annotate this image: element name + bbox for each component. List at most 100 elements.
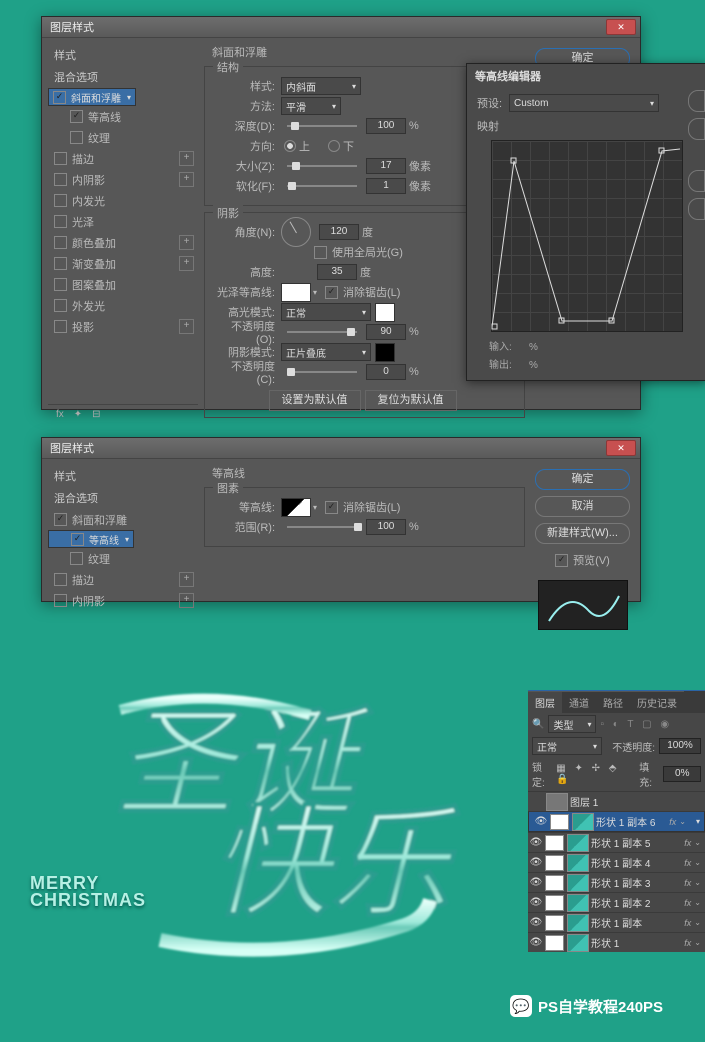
range-input[interactable]: 100 (366, 519, 406, 535)
effect-checkbox[interactable] (54, 194, 67, 207)
effect-checkbox[interactable] (54, 299, 67, 312)
filter-kind-select[interactable]: 类型 (548, 715, 596, 733)
layer-row[interactable]: 👁形状 1 副本 5fx⌄ (528, 832, 705, 852)
effect-checkbox[interactable] (54, 278, 67, 291)
chevron-icon[interactable]: ⌄ (694, 938, 701, 947)
layer-row[interactable]: 👁形状 1 副本 3fx⌄ (528, 872, 705, 892)
effect-checkbox[interactable] (54, 215, 67, 228)
altitude-input[interactable]: 35 (317, 264, 357, 280)
sidebar-item-2[interactable]: 纹理 (48, 127, 198, 148)
dialog2-titlebar[interactable]: 图层样式 ✕ (42, 438, 640, 459)
chevron-icon[interactable]: ⌄ (694, 878, 701, 887)
soften-slider[interactable] (287, 185, 357, 187)
anti-alias-checkbox[interactable] (325, 501, 338, 514)
sidebar-item-4[interactable]: 内阴影+ (48, 169, 198, 190)
chevron-icon[interactable]: ⌄ (679, 817, 686, 826)
curve-button-1[interactable] (688, 90, 705, 112)
effect-checkbox[interactable] (54, 594, 67, 607)
visibility-icon[interactable]: 👁 (528, 897, 544, 908)
effect-checkbox[interactable] (54, 257, 67, 270)
ok-button[interactable]: 确定 (535, 469, 630, 490)
shadow-opacity-input[interactable]: 0 (366, 364, 406, 380)
direction-up-radio[interactable] (284, 140, 296, 152)
add-icon[interactable]: + (179, 572, 194, 587)
effect-checkbox[interactable] (53, 91, 66, 104)
size-input[interactable]: 17 (366, 158, 406, 174)
preview-checkbox[interactable] (555, 554, 568, 567)
tab-layers[interactable]: 图层 (528, 691, 562, 713)
tab-paths[interactable]: 路径 (596, 691, 630, 713)
fill-input[interactable]: 0% (663, 766, 701, 782)
close-icon[interactable]: ✕ (606, 440, 636, 456)
blend-mode-select[interactable]: 正常 (532, 737, 602, 755)
curve-grid[interactable] (491, 140, 683, 332)
direction-down-radio[interactable] (328, 140, 340, 152)
sidebar-item-6[interactable]: 光泽 (48, 211, 198, 232)
soften-input[interactable]: 1 (366, 178, 406, 194)
effect-checkbox[interactable] (71, 533, 84, 546)
tab-history[interactable]: 历史记录 (630, 691, 684, 713)
cancel-button[interactable]: 取消 (535, 496, 630, 517)
sidebar-item-11[interactable]: 投影+ (48, 316, 198, 337)
add-icon[interactable]: + (179, 235, 194, 250)
highlight-opacity-input[interactable]: 90 (366, 324, 406, 340)
effect-checkbox[interactable] (54, 236, 67, 249)
sidebar-style[interactable]: 样式 (48, 44, 198, 66)
depth-slider[interactable] (287, 125, 357, 127)
layer-row[interactable]: 图层 1 (528, 791, 705, 811)
effect-checkbox[interactable] (70, 552, 83, 565)
anti-alias-checkbox[interactable] (325, 286, 338, 299)
sidebar-item-1[interactable]: 等高线 (48, 106, 198, 127)
layer-row[interactable]: 👁形状 1 副本 4fx⌄ (528, 852, 705, 872)
highlight-mode-select[interactable]: 正常 (281, 303, 371, 321)
shadow-color-swatch[interactable] (375, 343, 395, 362)
trash-icon[interactable]: ⊟ (92, 409, 100, 420)
add-icon[interactable]: + (179, 593, 194, 608)
effect-checkbox[interactable] (54, 320, 67, 333)
preset-select[interactable]: Custom (509, 94, 659, 112)
opacity-input[interactable]: 100% (659, 738, 701, 754)
sidebar-item-0[interactable]: 斜面和浮雕 (48, 88, 136, 106)
visibility-icon[interactable]: 👁 (528, 877, 544, 888)
reset-default-button[interactable]: 复位为默认值 (365, 390, 457, 411)
sidebar-item-1[interactable]: 等高线 (48, 530, 134, 548)
add-icon[interactable]: + (179, 319, 194, 334)
layer-row[interactable]: 👁形状 1 副本fx⌄ (528, 912, 705, 932)
effect-checkbox[interactable] (54, 173, 67, 186)
chevron-icon[interactable]: ⌄ (694, 918, 701, 927)
layer-row[interactable]: 👁形状 1fx⌄ (528, 932, 705, 952)
effect-checkbox[interactable] (54, 573, 67, 586)
visibility-icon[interactable]: 👁 (528, 937, 544, 948)
sidebar-blend[interactable]: 混合选项 (48, 66, 198, 88)
curve-button-3[interactable] (688, 170, 705, 192)
chevron-icon[interactable]: ⌄ (694, 858, 701, 867)
sidebar-item-10[interactable]: 外发光 (48, 295, 198, 316)
visibility-icon[interactable]: 👁 (528, 917, 544, 928)
dialog1-titlebar[interactable]: 图层样式 ✕ (42, 17, 640, 38)
range-slider[interactable] (287, 526, 357, 528)
gloss-contour-picker[interactable] (281, 283, 311, 302)
angle-input[interactable]: 120 (319, 224, 359, 240)
size-slider[interactable] (287, 165, 357, 167)
visibility-icon[interactable]: 👁 (528, 857, 544, 868)
add-icon[interactable]: + (179, 151, 194, 166)
sidebar-item-7[interactable]: 颜色叠加+ (48, 232, 198, 253)
visibility-icon[interactable]: 👁 (533, 816, 549, 827)
effect-checkbox[interactable] (70, 110, 83, 123)
make-default-button[interactable]: 设置为默认值 (269, 390, 361, 411)
add-icon[interactable]: + (179, 256, 194, 271)
sidebar-item-3[interactable]: 描边+ (48, 148, 198, 169)
global-light-checkbox[interactable] (314, 246, 327, 259)
sidebar-item-2[interactable]: 纹理 (48, 548, 198, 569)
contour-picker[interactable] (281, 498, 311, 517)
close-icon[interactable]: ✕ (606, 19, 636, 35)
chevron-icon[interactable]: ⌄ (694, 838, 701, 847)
shadow-opacity-slider[interactable] (287, 371, 357, 373)
sidebar-item-0[interactable]: 斜面和浮雕 (48, 509, 198, 530)
star-icon[interactable]: ✦ (74, 409, 82, 420)
effect-checkbox[interactable] (54, 513, 67, 526)
curve-button-2[interactable] (688, 118, 705, 140)
add-icon[interactable]: + (179, 172, 194, 187)
visibility-icon[interactable]: 👁 (528, 837, 544, 848)
shadow-mode-select[interactable]: 正片叠底 (281, 343, 371, 361)
